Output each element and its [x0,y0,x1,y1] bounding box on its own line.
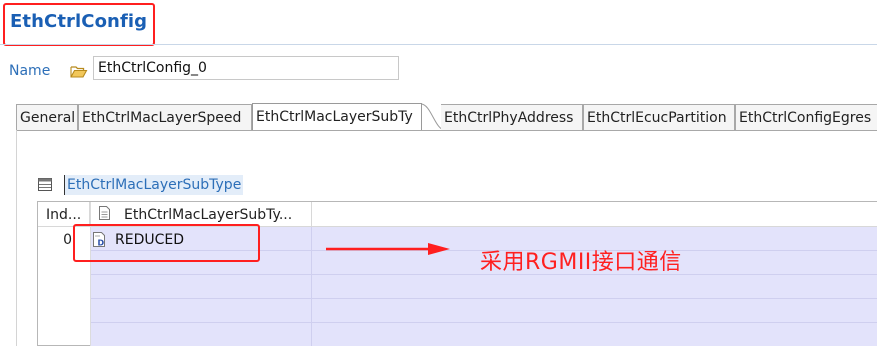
tab-general[interactable]: General [16,104,78,130]
tab-bar: General EthCtrlMacLayerSpeed EthCtrlMacL… [16,103,877,131]
title-highlight-box [3,3,155,46]
section-title[interactable]: EthCtrlMacLayerSubType [64,175,244,195]
column-header-subtype-label: EthCtrlMacLayerSubTy... [124,207,293,223]
tab-config-egress[interactable]: EthCtrlConfigEgres [735,104,877,130]
annotation-text: 采用RGMII接口通信 [480,250,682,275]
tab-mac-layer-subtype[interactable]: EthCtrlMacLayerSubTy [252,103,422,131]
tab-phy-address[interactable]: EthCtrlPhyAddress [441,104,583,130]
row-highlight-box [73,224,260,262]
name-label: Name [9,63,51,79]
annotation-arrow [326,243,450,255]
tab-mac-layer-speed[interactable]: EthCtrlMacLayerSpeed [78,104,252,130]
column-header-index[interactable]: Ind... [38,202,90,226]
row-divider [91,298,877,299]
tab-bar-baseline [16,130,877,131]
panel-border [16,130,17,346]
tab-ecuc-partition[interactable]: EthCtrlEcucPartition [583,104,735,130]
row-index: 0 [63,232,72,248]
folder-open-icon [70,66,88,78]
document-icon [99,206,110,220]
name-input[interactable]: EthCtrlConfig_0 [93,56,399,80]
column-divider [311,227,312,346]
row-divider [91,322,877,323]
title-separator [0,44,877,45]
table-icon [38,178,52,191]
